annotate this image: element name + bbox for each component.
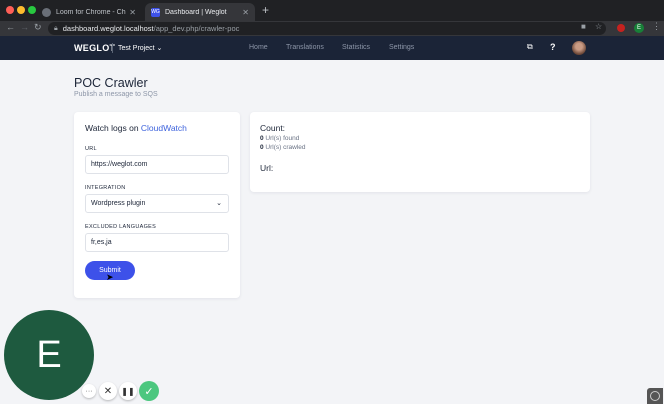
form-heading-text: Watch logs on: [85, 123, 141, 133]
new-tab-icon[interactable]: +: [262, 3, 269, 17]
count-heading: Count:: [260, 123, 286, 133]
project-selector[interactable]: Test Project ⌄: [118, 44, 162, 52]
mouse-pointer-icon: ➤: [106, 272, 114, 282]
nav-statistics[interactable]: Statistics: [342, 44, 370, 51]
recorder-camera-bubble[interactable]: E: [4, 310, 94, 400]
bookmark-star-icon[interactable]: ☆: [595, 22, 602, 31]
address-bar[interactable]: 🔒︎ dashboard.weglot.localhost/app_dev.ph…: [48, 22, 606, 35]
nav-home[interactable]: Home: [249, 44, 268, 51]
close-tab-icon[interactable]: ✕: [129, 8, 136, 17]
url-input-value: https://weglot.com: [91, 161, 148, 168]
page-subtitle: Publish a message to SQS: [74, 91, 158, 98]
integration-label: INTEGRATION: [85, 185, 126, 191]
camera-icon[interactable]: ■: [581, 22, 586, 31]
tab-weglot-dashboard[interactable]: WG Dashboard | Weglot ✕: [145, 3, 255, 21]
excluded-languages-value: fr,es,ja: [91, 239, 112, 246]
browser-menu-icon[interactable]: ⋮: [652, 21, 661, 32]
tab-loom[interactable]: Loom for Chrome - Chrome We ✕: [36, 3, 142, 21]
urls-found-label: Url(s) found: [263, 135, 300, 142]
maximize-window-button[interactable]: [28, 6, 36, 14]
tab-label: Dashboard | Weglot: [165, 8, 227, 16]
profile-avatar-icon[interactable]: E: [634, 23, 644, 33]
close-tab-icon[interactable]: ✕: [242, 8, 249, 17]
results-card: Count: 0 Url(s) found 0 Url(s) crawled U…: [250, 112, 590, 192]
nav-settings[interactable]: Settings: [389, 44, 414, 51]
recorder-done-icon[interactable]: ✓: [139, 381, 159, 401]
tab-label: Loom for Chrome - Chrome We: [56, 8, 126, 16]
recorder-more-icon[interactable]: ···: [82, 384, 96, 398]
urls-crawled-label: Url(s) crawled: [263, 144, 306, 151]
back-arrow-icon[interactable]: ←: [6, 22, 15, 32]
recorder-pause-icon[interactable]: ❚❚: [119, 382, 137, 400]
excluded-languages-label: EXCLUDED LANGUAGES: [85, 224, 157, 230]
lock-icon: 🔒︎: [54, 24, 58, 32]
page-title: POC Crawler: [74, 76, 148, 90]
project-name: Test Project: [118, 45, 155, 52]
url-heading: Url:: [260, 163, 274, 173]
integration-select-value: Wordpress plugin: [91, 200, 146, 207]
excluded-languages-input[interactable]: fr,es,ja: [85, 233, 229, 252]
reload-icon[interactable]: ↻: [34, 22, 42, 33]
form-heading: Watch logs on CloudWatch: [85, 123, 187, 133]
nav-translations[interactable]: Translations: [286, 44, 324, 51]
crawler-form-card: Watch logs on CloudWatch URL https://weg…: [74, 112, 240, 298]
cloudwatch-link[interactable]: CloudWatch: [141, 123, 187, 133]
app-header: WEGLOT Test Project ⌄ Home Translations …: [0, 36, 664, 60]
url-input[interactable]: https://weglot.com: [85, 155, 229, 174]
user-avatar[interactable]: [572, 41, 586, 55]
chevron-down-icon: ⌄: [156, 45, 163, 52]
extension-record-icon[interactable]: [617, 24, 625, 32]
browser-toolbar: ← → ↻ 🔒︎ dashboard.weglot.localhost/app_…: [0, 21, 664, 36]
weglot-logo[interactable]: WEGLOT: [74, 43, 115, 53]
help-icon[interactable]: ?: [550, 42, 556, 52]
weglot-icon: WG: [151, 7, 160, 17]
recorder-cancel-icon[interactable]: ✕: [99, 382, 117, 400]
url-host: dashboard.weglot.localhost: [62, 24, 154, 33]
url-path: /app_dev.php/crawler-poc: [153, 24, 240, 33]
chevron-down-icon: ⌄: [216, 200, 222, 207]
urls-found-line: 0 Url(s) found: [260, 135, 299, 142]
copy-icon[interactable]: ⧉: [527, 42, 533, 52]
widget-corner-icon[interactable]: [647, 388, 663, 404]
integration-select[interactable]: Wordpress plugin ⌄: [85, 194, 229, 213]
forward-arrow-icon[interactable]: →: [20, 22, 29, 32]
minimize-window-button[interactable]: [17, 6, 25, 14]
loom-icon: [42, 7, 51, 17]
header-divider: [112, 43, 113, 53]
browser-tab-bar: Loom for Chrome - Chrome We ✕ WG Dashboa…: [0, 0, 664, 21]
urls-crawled-line: 0 Url(s) crawled: [260, 144, 306, 151]
url-label: URL: [85, 146, 97, 152]
close-window-button[interactable]: [6, 6, 14, 14]
